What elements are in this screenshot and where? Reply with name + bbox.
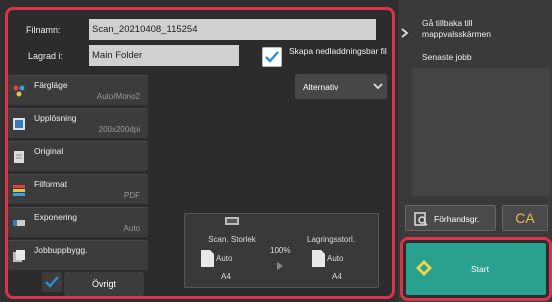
chevron-right-icon (401, 28, 409, 38)
start-button[interactable]: Start (406, 243, 546, 295)
checkmark-icon (265, 51, 279, 63)
recent-jobs-label[interactable]: Senaste jobb (422, 52, 472, 62)
scan-size-paper: A4 (221, 272, 231, 281)
original-button[interactable]: Original (8, 141, 148, 171)
checkmark-icon (45, 276, 59, 288)
preview-label: Förhandsgr. (434, 214, 480, 224)
chevron-down-icon (373, 83, 383, 90)
color-mode-value: Auto/Mono2 (96, 92, 140, 101)
paper-icon (201, 250, 214, 267)
resolution-label: Upplösning (34, 113, 77, 123)
bottom-check-button[interactable] (42, 272, 62, 292)
preview-button[interactable]: Förhandsgr. (405, 205, 496, 231)
save-location-label: Lagrad i: (28, 51, 64, 61)
create-download-label: Skapa nedladdningsbar fil (289, 46, 387, 56)
resolution-icon (13, 118, 25, 130)
job-build-button[interactable]: Jobbuppbygg. (8, 240, 148, 270)
start-label: Start (471, 264, 489, 274)
clear-all-button[interactable]: CA (502, 205, 548, 231)
store-size-label: Lagringsstorl. (307, 235, 356, 244)
scanner-icon (225, 217, 239, 225)
paper-icon (312, 250, 325, 267)
color-mode-button[interactable]: Färgläge Auto/Mono2 (8, 75, 148, 105)
file-format-icon (13, 185, 25, 196)
start-diamond-icon (416, 260, 432, 276)
original-label: Original (34, 146, 64, 156)
back-to-folder-link[interactable]: Gå tillbaka till mappvalsskärmen (422, 18, 532, 40)
job-build-label: Jobbuppbygg. (34, 245, 88, 255)
alternatives-dropdown[interactable]: Alternativ (295, 74, 387, 99)
store-size-auto: Auto (327, 254, 344, 263)
other-button[interactable]: Övrigt (64, 272, 144, 296)
save-location-field[interactable]: Main Folder (89, 45, 239, 66)
scale-ratio: 100% (270, 246, 291, 255)
filename-input[interactable]: Scan_20210408_115254 (89, 19, 376, 40)
scan-size-auto: Auto (216, 254, 233, 263)
resolution-button[interactable]: Upplösning 200x200dpi (8, 108, 148, 138)
alternatives-label: Alternativ (303, 82, 339, 92)
exposure-value: Auto (123, 224, 140, 233)
file-format-label: Filformat (34, 179, 68, 189)
filename-label: Filnamn: (26, 25, 61, 35)
file-format-value: PDF (124, 191, 140, 200)
scan-size-summary: Scan. Storlek Auto A4 100% Lagringsstorl… (184, 213, 379, 288)
color-mode-label: Färgläge (34, 80, 68, 90)
exposure-icon (13, 220, 25, 226)
resolution-value: 200x200dpi (98, 125, 140, 134)
preview-icon (414, 212, 428, 226)
arrow-right-icon (277, 262, 283, 270)
store-size-paper: A4 (332, 272, 342, 281)
file-format-button[interactable]: Filformat PDF (8, 174, 148, 204)
recent-jobs-list (412, 68, 550, 196)
color-dots-icon (13, 85, 25, 97)
create-download-checkbox[interactable] (262, 47, 282, 67)
exposure-label: Exponering (34, 212, 78, 222)
job-build-icon (13, 250, 25, 262)
document-icon (14, 151, 24, 163)
exposure-button[interactable]: Exponering Auto (8, 207, 148, 237)
scan-size-label: Scan. Storlek (208, 235, 256, 244)
